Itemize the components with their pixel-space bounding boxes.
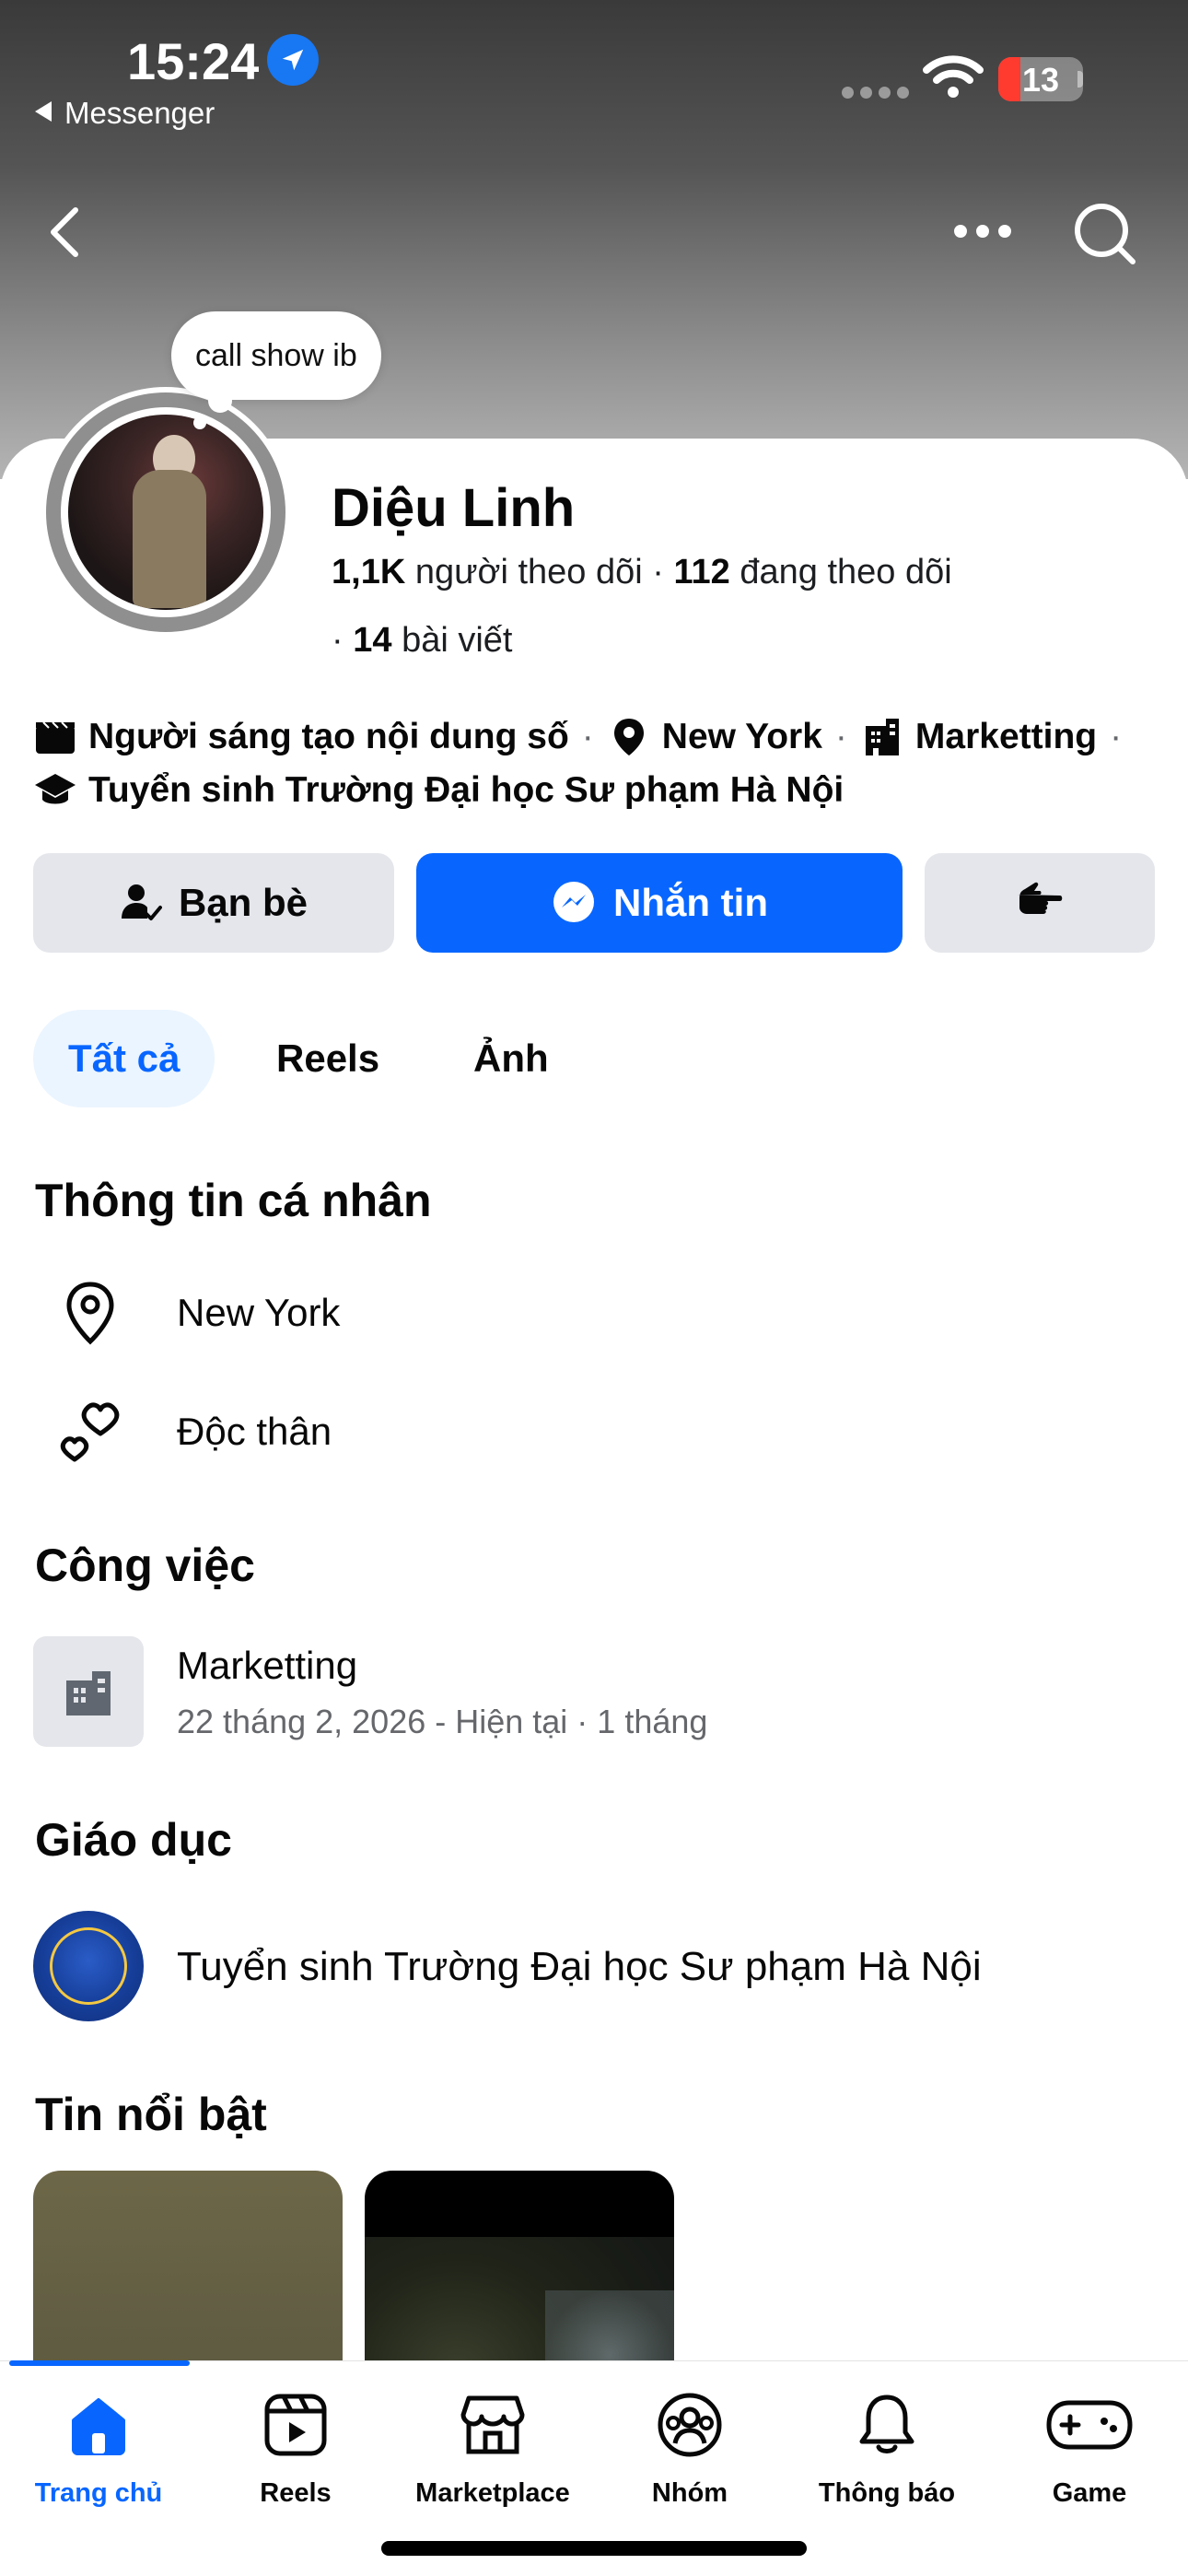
posts-count: 14 <box>353 621 392 660</box>
work-title: Công việc <box>35 1540 255 1591</box>
nav-notifications-label: Thông báo <box>818 2478 956 2508</box>
info-location-row: New York <box>55 1281 340 1345</box>
bio-creator: Người sáng tạo nội dung số <box>88 717 569 756</box>
profile-name: Diệu Linh <box>332 478 576 538</box>
groups-icon <box>657 2386 723 2464</box>
story-ring <box>46 392 285 632</box>
following-label: đang theo dõi <box>740 553 952 591</box>
battery-indicator: 13 <box>998 57 1083 101</box>
more-options-icon[interactable] <box>954 225 1011 238</box>
work-position[interactable]: Marketting <box>177 1644 357 1688</box>
back-chevron-icon[interactable] <box>46 205 83 264</box>
work-building-icon[interactable] <box>33 1636 144 1747</box>
status-time: 15:24 <box>127 32 260 90</box>
personal-info-title: Thông tin cá nhân <box>35 1175 432 1226</box>
back-app-label: Messenger <box>64 96 215 130</box>
nav-game-label: Game <box>1052 2478 1127 2508</box>
note-bubble-tail <box>208 389 232 413</box>
back-triangle-icon <box>35 101 52 122</box>
avatar[interactable] <box>41 387 291 638</box>
tab-reels[interactable]: Reels <box>276 1010 379 1107</box>
home-indicator <box>381 2541 807 2556</box>
nav-groups-label: Nhóm <box>651 2478 728 2508</box>
followers-label: người theo dõi <box>414 553 643 591</box>
messenger-icon <box>551 880 597 926</box>
friends-button[interactable]: Bạn bè <box>33 853 394 953</box>
work-period: 22 tháng 2, 2026 - Hiện tại · 1 tháng <box>177 1703 708 1740</box>
bell-icon <box>856 2386 917 2464</box>
education-title: Giáo dục <box>35 1814 232 1866</box>
following-count: 112 <box>673 553 730 591</box>
bio-separator: · <box>1110 717 1123 756</box>
reels-icon <box>263 2386 328 2464</box>
nav-game[interactable]: Game <box>991 2386 1188 2509</box>
battery-tip <box>1077 71 1083 88</box>
friend-check-icon <box>120 882 162 924</box>
nav-notifications[interactable]: Thông báo <box>788 2386 985 2509</box>
highlights-title: Tin nổi bật <box>35 2089 267 2140</box>
home-icon <box>66 2386 131 2464</box>
bio-work: Marketting <box>914 717 1098 756</box>
stats-separator: · <box>652 553 674 591</box>
bio-separator: · <box>581 717 594 756</box>
gamepad-icon <box>1045 2386 1134 2464</box>
profile-photo <box>68 415 263 610</box>
bio-row-2: Tuyển sinh Trường Đại học Sư phạm Hà Nội <box>33 768 844 813</box>
poke-button[interactable] <box>925 853 1155 953</box>
education-school[interactable]: Tuyển sinh Trường Đại học Sư phạm Hà Nội <box>177 1944 982 1990</box>
nav-home[interactable]: Trang chủ <box>0 2386 197 2509</box>
nav-reels[interactable]: Reels <box>197 2386 394 2509</box>
graduation-cap-icon <box>33 768 77 813</box>
nav-reels-label: Reels <box>260 2478 332 2508</box>
nav-home-label: Trang chủ <box>34 2478 163 2508</box>
message-button-label: Nhắn tin <box>613 881 768 924</box>
stats-separator: · <box>332 621 354 660</box>
bio-row-1: Người sáng tạo nội dung số · New York · … <box>33 715 1135 759</box>
location-pin-outline-icon <box>55 1281 125 1345</box>
poke-hand-icon <box>1016 880 1064 926</box>
nav-marketplace[interactable]: Marketplace <box>394 2386 591 2509</box>
hearts-icon <box>55 1399 125 1465</box>
note-bubble[interactable]: call show ib <box>171 311 381 400</box>
bio-school: Tuyển sinh Trường Đại học Sư phạm Hà Nội <box>88 770 844 810</box>
bio-location: New York <box>661 717 822 756</box>
nav-marketplace-label: Marketplace <box>415 2478 570 2508</box>
wifi-icon <box>923 53 984 104</box>
active-tab-indicator <box>9 2360 190 2366</box>
posts-label: bài viết <box>402 621 513 660</box>
marketplace-icon <box>460 2386 526 2464</box>
nav-groups[interactable]: Nhóm <box>591 2386 788 2509</box>
tab-all[interactable]: Tất cả <box>33 1010 215 1107</box>
message-button[interactable]: Nhắn tin <box>416 853 903 953</box>
bio-separator: · <box>834 717 847 756</box>
info-location: New York <box>177 1291 341 1334</box>
search-icon[interactable] <box>1072 201 1138 272</box>
posts-stats[interactable]: · 14 bài viết <box>332 621 512 661</box>
location-arrow-icon <box>267 34 319 86</box>
info-relationship: Độc thân <box>177 1410 332 1453</box>
battery-percent: 13 <box>1021 61 1060 99</box>
school-logo[interactable] <box>33 1911 144 2021</box>
followers-count: 1,1K <box>332 553 406 591</box>
friends-button-label: Bạn bè <box>178 881 309 924</box>
note-bubble-tail-small <box>193 416 206 429</box>
cellular-signal-icon <box>842 87 909 99</box>
building-icon <box>860 715 904 759</box>
location-pin-icon <box>607 715 651 759</box>
clapperboard-icon <box>33 715 77 759</box>
info-relationship-row: Độc thân <box>55 1399 332 1465</box>
tab-photos[interactable]: Ảnh <box>473 1010 549 1107</box>
follow-stats[interactable]: 1,1K người theo dõi · 112 đang theo dõi <box>332 553 952 592</box>
back-to-app-link[interactable]: Messenger <box>35 96 215 131</box>
